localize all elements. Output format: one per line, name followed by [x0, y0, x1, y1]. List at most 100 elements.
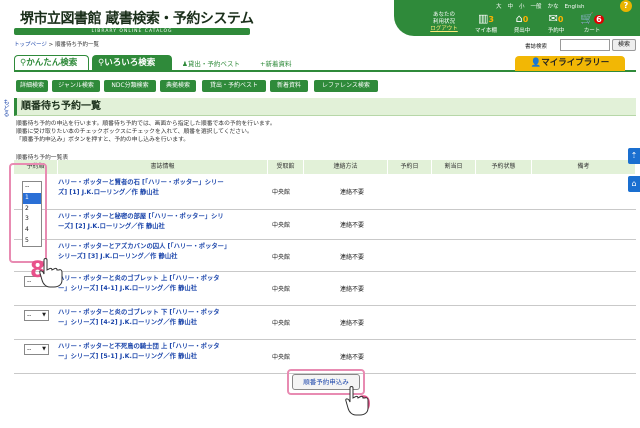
lang-english[interactable]: English	[565, 4, 585, 10]
best-link[interactable]: ♟貸出・予約ベスト	[182, 58, 240, 68]
col-library: 受取館	[268, 160, 304, 174]
library-cell: 中央館	[272, 254, 291, 261]
contact-cell: 連絡不要	[340, 354, 365, 361]
site-subtitle: LIBRARY ONLINE CATALOG	[14, 28, 250, 35]
cart-button[interactable]: 🛒 6 カート	[576, 12, 608, 36]
library-cell: 中央館	[272, 222, 291, 229]
reserved-button[interactable]: ✉0 予約中	[540, 12, 572, 36]
col-contact: 連絡方法	[304, 160, 388, 174]
page-title: 順番待ち予約一覧	[14, 98, 636, 116]
book-title-link[interactable]: ハリー・ポッターと賢者の石 [「ハリー・ポッター」シリーズ] [1] J.K.ロ…	[58, 178, 228, 197]
subnav-detail-search[interactable]: 詳細検索	[16, 80, 48, 92]
contact-cell: 連絡不要	[340, 320, 365, 327]
my-library-label: マイライブラリー	[541, 58, 610, 68]
home-icon[interactable]: ⌂	[628, 176, 640, 192]
search-label: 書誌検索	[525, 44, 548, 50]
desc-line: 順番待ち予約の申込を行います。順番待ち予約では、画面から指定した順番で本の予約を…	[16, 121, 276, 127]
page-description: 順番待ち予約の申込を行います。順番待ち予約では、画面から指定した順番で本の予約を…	[16, 120, 276, 144]
status-line2: 利用状況	[432, 19, 455, 25]
pointing-hand-icon	[345, 386, 369, 416]
library-cell: 中央館	[272, 320, 291, 327]
scroll-top-icon[interactable]: ⇡	[628, 148, 640, 164]
order-select-value: --	[27, 312, 32, 319]
borrowing-count: 0	[522, 15, 529, 24]
subnav-new[interactable]: 新着資料	[270, 80, 308, 92]
back-side-tab[interactable]: もどる	[0, 90, 10, 126]
subnav-genre-search[interactable]: ジャンル検索	[52, 80, 100, 92]
new-materials-link[interactable]: +新着資料	[260, 58, 291, 68]
order-select-value: --	[27, 346, 32, 353]
table-row: -- ▼ ハリー・ポッターと炎のゴブレット 下 [「ハリー・ポッター」シリーズ] …	[14, 306, 636, 340]
status-line1: あなたの	[432, 12, 455, 18]
bookshelf-count: 3	[488, 15, 494, 24]
book-title-link[interactable]: ハリー・ポッターと炎のゴブレット 下 [「ハリー・ポッター」シリーズ] [4-2…	[58, 308, 228, 327]
tab-simple-label: かんたん検索	[26, 58, 78, 68]
size-medium[interactable]: 中	[508, 4, 514, 10]
borrowing-button[interactable]: ⌂0 貸出中	[506, 12, 538, 36]
breadcrumb-current: 順番待ち予約一覧	[55, 42, 100, 48]
contact-cell: 連絡不要	[340, 189, 365, 196]
subnav-reference-search[interactable]: レファレンス検索	[314, 80, 378, 92]
house-icon: ⌂0	[515, 12, 529, 25]
text-size-bar: 大中小一般 かな English	[496, 2, 590, 10]
cart-label: カート	[583, 28, 601, 34]
logout-link[interactable]: ログアウト	[420, 26, 468, 33]
contact-cell: 連絡不要	[340, 286, 365, 293]
library-cell: 中央館	[272, 354, 291, 361]
col-status: 予約状態	[476, 160, 532, 174]
breadcrumb-home[interactable]: トップページ	[14, 42, 47, 48]
search-button[interactable]: 検索	[612, 39, 636, 51]
library-cell: 中央館	[272, 189, 291, 196]
reserved-count: 0	[557, 15, 564, 24]
pointing-hand-icon	[39, 258, 63, 288]
cart-icon: 🛒 6	[580, 12, 604, 25]
col-assign-date: 割当日	[432, 160, 476, 174]
col-remarks: 備考	[532, 160, 636, 174]
desc-line: 順番に受け取りたい本のチェックボックスにチェックを入れて、順番を選択してください…	[16, 129, 253, 135]
highlight-order-column	[9, 163, 47, 263]
new-materials-label: 新着資料	[265, 60, 292, 68]
book-title-link[interactable]: ハリー・ポッターと不死鳥の騎士団 上 [「ハリー・ポッター」シリーズ] [5-1…	[58, 342, 228, 361]
col-reserve-date: 予約日	[388, 160, 432, 174]
bookshelf-icon: ▥3	[478, 12, 494, 25]
breadcrumb: トップページ > 順番待ち予約一覧	[14, 40, 99, 48]
order-select[interactable]: -- ▼	[24, 310, 49, 321]
size-small[interactable]: 小	[519, 4, 525, 10]
best-link-label: 貸出・予約ベスト	[187, 60, 240, 68]
book-title-link[interactable]: ハリー・ポッターと炎のゴブレット 上 [「ハリー・ポッター」シリーズ] [4-1…	[58, 274, 228, 293]
lang-general[interactable]: 一般	[531, 4, 542, 10]
table-row: ハリー・ポッターと秘密の部屋 [「ハリー・ポッター」シリーズ] [2] J.K.…	[14, 210, 636, 240]
site-logo[interactable]: 堺市立図書館 蔵書検索・予約システム LIBRARY ONLINE CATALO…	[14, 8, 254, 35]
book-title-link[interactable]: ハリー・ポッターとアズカバンの囚人 [「ハリー・ポッター」シリーズ] [3] J…	[58, 242, 228, 261]
contact-cell: 連絡不要	[340, 222, 365, 229]
tab-advanced-search[interactable]: ⚲いろいろ検索	[92, 55, 172, 70]
col-book-info: 書誌情報	[58, 160, 268, 174]
search-input[interactable]	[560, 39, 610, 51]
person-icon: 👤	[530, 58, 542, 68]
user-status: あなたの 利用状況 ログアウト	[420, 12, 468, 36]
bookshelf-label: マイ本棚	[474, 28, 497, 34]
my-library-tab[interactable]: 👤マイライブラリー	[515, 56, 625, 71]
cart-count: 6	[594, 15, 604, 24]
site-title: 堺市立図書館 蔵書検索・予約システム	[20, 11, 254, 27]
chevron-down-icon: ▼	[42, 346, 46, 352]
reserve-icon: ✉0	[548, 12, 564, 25]
subnav-authority-search[interactable]: 典拠検索	[160, 80, 196, 92]
tab-advanced-label: いろいろ検索	[104, 58, 156, 68]
tab-simple-search[interactable]: ⚲かんたん検索	[14, 55, 89, 70]
table-row: ハリー・ポッターとアズカバンの囚人 [「ハリー・ポッター」シリーズ] [3] J…	[14, 240, 636, 272]
book-title-link[interactable]: ハリー・ポッターと秘密の部屋 [「ハリー・ポッター」シリーズ] [2] J.K.…	[58, 212, 228, 231]
order-select[interactable]: -- ▼	[24, 344, 49, 355]
chevron-down-icon: ▼	[42, 312, 46, 318]
subnav-best[interactable]: 貸出・予約ベスト	[202, 80, 266, 92]
borrowing-label: 貸出中	[513, 28, 531, 34]
my-bookshelf-button[interactable]: ▥3 マイ本棚	[470, 12, 502, 36]
table-row: ハリー・ポッターと賢者の石 [「ハリー・ポッター」シリーズ] [1] J.K.ロ…	[14, 174, 636, 210]
desc-line: 「順番予約申込み」ボタンを押すと、予約の申し込みを行います。	[16, 137, 190, 143]
size-large[interactable]: 大	[496, 4, 502, 10]
help-icon[interactable]: ?	[620, 0, 632, 12]
reserved-label: 予約中	[547, 28, 565, 34]
lang-kana[interactable]: かな	[548, 4, 559, 10]
table-row: --▼ ハリー・ポッターと炎のゴブレット 上 [「ハリー・ポッター」シリーズ] …	[14, 272, 636, 306]
subnav-ndc-search[interactable]: NDC分類検索	[104, 80, 156, 92]
